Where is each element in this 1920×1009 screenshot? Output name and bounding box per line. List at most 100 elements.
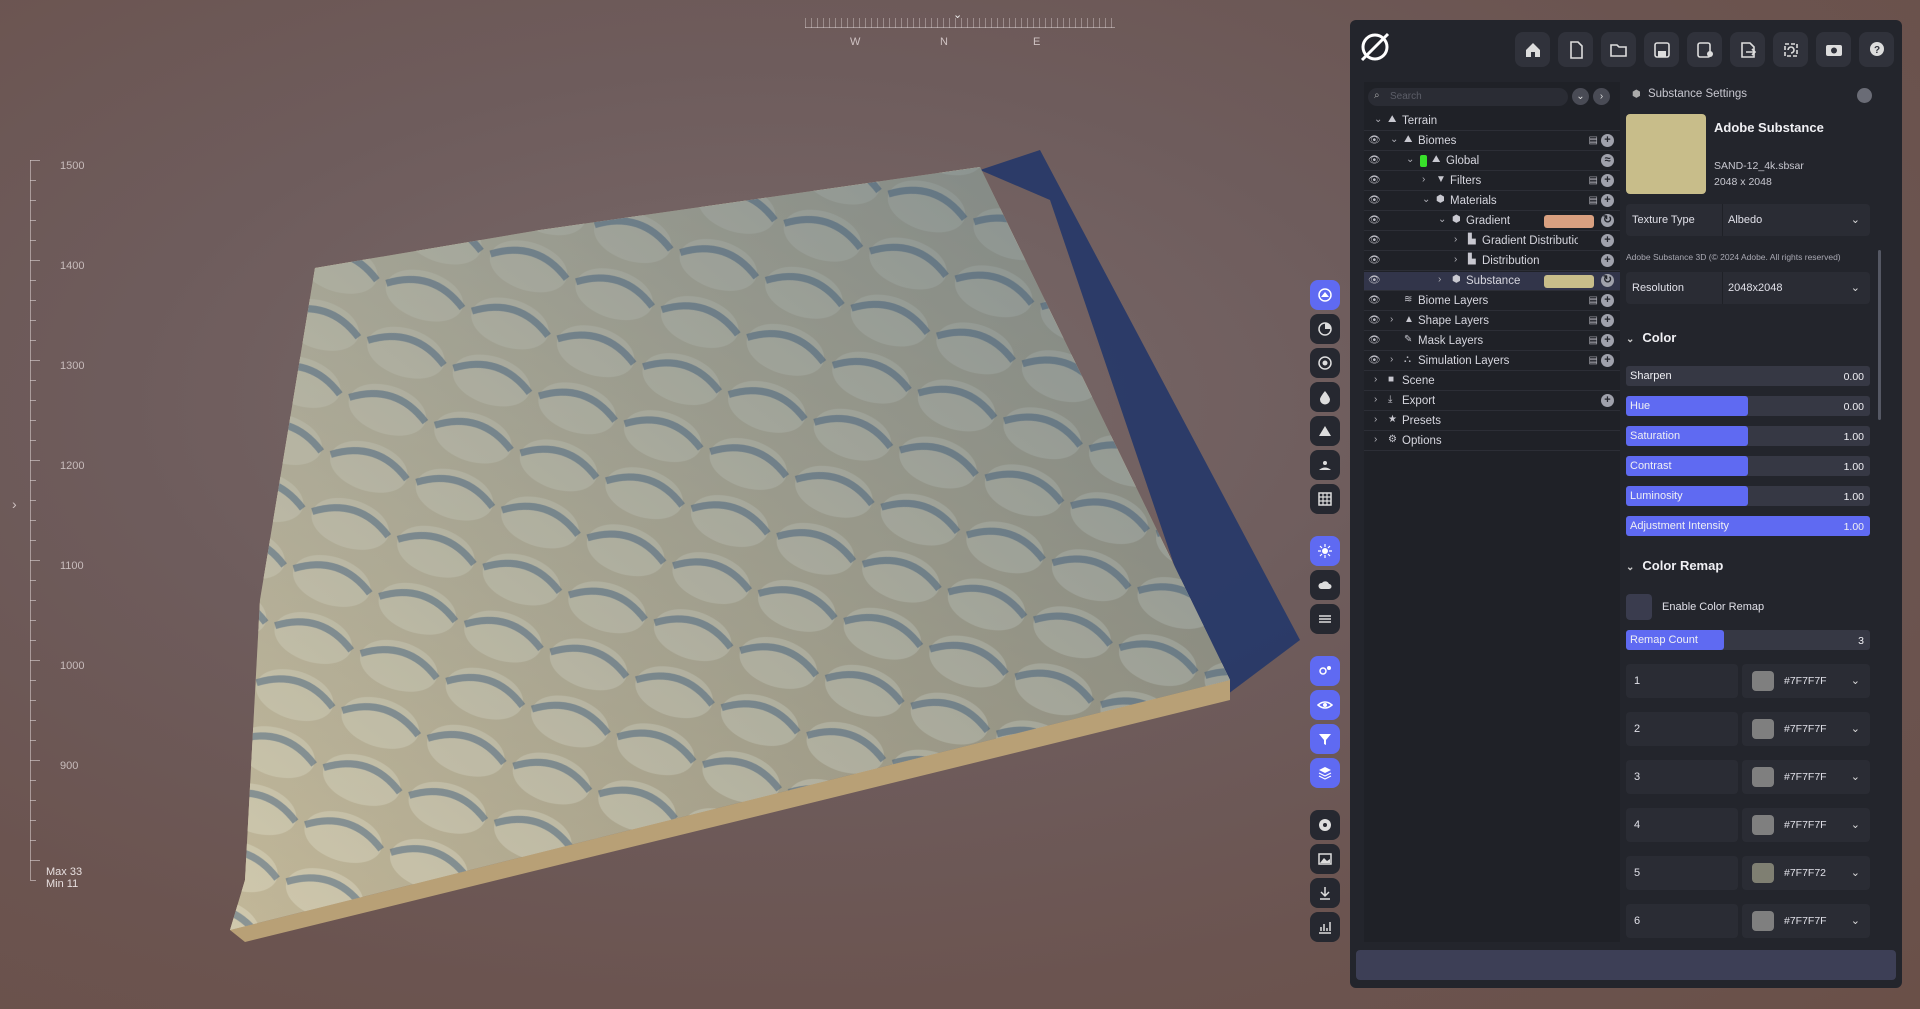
add-icon[interactable]: + bbox=[1601, 314, 1614, 327]
open-button[interactable] bbox=[1601, 32, 1636, 67]
tree-item-biomes[interactable]: 👁 ⌄ ⛰ Biomes ▤ + bbox=[1364, 132, 1620, 151]
slider-hue[interactable]: Hue 0.00 bbox=[1626, 396, 1870, 416]
remap-color-swatch[interactable] bbox=[1752, 863, 1774, 883]
remap-index-field[interactable]: 1 bbox=[1626, 664, 1738, 698]
tree-item-options[interactable]: › ⚙ Options bbox=[1364, 432, 1620, 451]
chevron-down-icon[interactable]: ⌄ bbox=[1438, 214, 1446, 225]
sun-tool-button[interactable] bbox=[1310, 536, 1340, 566]
sun-landscape-tool-button[interactable] bbox=[1310, 450, 1340, 480]
export-button[interactable] bbox=[1730, 32, 1765, 67]
chevron-right-icon[interactable]: › bbox=[1374, 374, 1377, 385]
settings-tool-button[interactable] bbox=[1310, 656, 1340, 686]
fog-tool-button[interactable] bbox=[1310, 604, 1340, 634]
refresh-icon[interactable]: ↻ bbox=[1601, 214, 1614, 227]
tree-item-gradient[interactable]: 👁 ⌄ ⬢ Gradient ↻ bbox=[1364, 212, 1620, 231]
folder-icon[interactable]: ▤ bbox=[1589, 295, 1598, 306]
eye-icon[interactable]: 👁 bbox=[1368, 135, 1382, 147]
add-icon[interactable]: + bbox=[1601, 234, 1614, 247]
folder-icon[interactable]: ▤ bbox=[1589, 175, 1598, 186]
add-icon[interactable]: + bbox=[1601, 134, 1614, 147]
expand-all-button[interactable]: › bbox=[1593, 88, 1610, 105]
remap-index-field[interactable]: 6 bbox=[1626, 904, 1738, 938]
eye-icon[interactable]: 👁 bbox=[1368, 335, 1382, 347]
tree-item-materials[interactable]: 👁 ⌄ ⬢ Materials ▤ + bbox=[1364, 192, 1620, 211]
tree-item-distribution[interactable]: 👁 › ▙ Distribution + bbox=[1364, 252, 1620, 271]
tree-item-gradient-distribution[interactable]: 👁 › ▙ Gradient Distribution + bbox=[1364, 232, 1620, 251]
slider-saturation[interactable]: Saturation 1.00 bbox=[1626, 426, 1870, 446]
color-remap-section-header[interactable]: ⌄ Color Remap bbox=[1626, 558, 1723, 573]
tree-item-substance[interactable]: 👁 › ⬢ Substance ↻ bbox=[1364, 272, 1620, 291]
tree-search-input[interactable]: ⌕ Search bbox=[1368, 88, 1568, 106]
chevron-down-icon[interactable]: ⌄ bbox=[1390, 134, 1398, 145]
remap-color-swatch[interactable] bbox=[1752, 815, 1774, 835]
mountain-tool-button[interactable] bbox=[1310, 416, 1340, 446]
enable-remap-checkbox[interactable] bbox=[1626, 594, 1652, 620]
water-tool-button[interactable] bbox=[1310, 382, 1340, 412]
material-color-swatch[interactable] bbox=[1544, 275, 1594, 288]
eye-icon[interactable]: 👁 bbox=[1368, 275, 1382, 287]
chevron-right-icon[interactable]: › bbox=[1374, 414, 1377, 425]
eye-icon[interactable]: 👁 bbox=[1368, 255, 1382, 267]
chevron-right-icon[interactable]: › bbox=[1454, 234, 1457, 245]
remap-color-dropdown[interactable]: #7F7F7F ⌄ bbox=[1742, 808, 1870, 842]
tree-item-export[interactable]: › ⤓ Export + bbox=[1364, 392, 1620, 411]
remap-color-dropdown[interactable]: #7F7F7F ⌄ bbox=[1742, 664, 1870, 698]
clouds-tool-button[interactable] bbox=[1310, 570, 1340, 600]
substance-thumbnail[interactable] bbox=[1626, 114, 1706, 194]
settings-gear-icon[interactable] bbox=[1857, 88, 1872, 103]
chevron-right-icon[interactable]: › bbox=[1374, 434, 1377, 445]
save-button[interactable] bbox=[1644, 32, 1679, 67]
add-icon[interactable]: + bbox=[1601, 294, 1614, 307]
eye-icon[interactable]: 👁 bbox=[1368, 235, 1382, 247]
stats-tool-button[interactable] bbox=[1310, 912, 1340, 942]
screenshot-button[interactable] bbox=[1816, 32, 1851, 67]
tree-item-filters[interactable]: 👁 › ▼ Filters ▤ + bbox=[1364, 172, 1620, 191]
tree-item-shape-layers[interactable]: 👁 › ▲ Shape Layers ▤ + bbox=[1364, 312, 1620, 331]
layers-icon[interactable]: ≈ bbox=[1601, 154, 1614, 167]
slider-sharpen[interactable]: Sharpen 0.00 bbox=[1626, 366, 1870, 386]
add-icon[interactable]: + bbox=[1601, 394, 1614, 407]
tree-item-global[interactable]: 👁 ⌄ ⛰ Global ≈ bbox=[1364, 152, 1620, 171]
help-button[interactable]: ? bbox=[1859, 32, 1894, 67]
image-tool-button[interactable] bbox=[1310, 844, 1340, 874]
download-tool-button[interactable] bbox=[1310, 878, 1340, 908]
tree-item-mask-layers[interactable]: 👁 ✎ Mask Layers ▤ + bbox=[1364, 332, 1620, 351]
remap-index-field[interactable]: 2 bbox=[1626, 712, 1738, 746]
remap-color-dropdown[interactable]: #7F7F72 ⌄ bbox=[1742, 856, 1870, 890]
terrain-tool-button[interactable] bbox=[1310, 280, 1340, 310]
color-section-header[interactable]: ⌄ Color bbox=[1626, 330, 1676, 345]
add-icon[interactable]: + bbox=[1601, 334, 1614, 347]
grid-tool-button[interactable] bbox=[1310, 484, 1340, 514]
chevron-down-icon[interactable]: ⌄ bbox=[1406, 154, 1414, 165]
slider-luminosity[interactable]: Luminosity 1.00 bbox=[1626, 486, 1870, 506]
chevron-down-icon[interactable]: ⌄ bbox=[1422, 194, 1430, 205]
chevron-right-icon[interactable]: › bbox=[1438, 274, 1441, 285]
slider-contrast[interactable]: Contrast 1.00 bbox=[1626, 456, 1870, 476]
chevron-right-icon[interactable]: › bbox=[1374, 394, 1377, 405]
add-icon[interactable]: + bbox=[1601, 174, 1614, 187]
add-icon[interactable]: + bbox=[1601, 254, 1614, 267]
eye-icon[interactable]: 👁 bbox=[1368, 315, 1382, 327]
folder-icon[interactable]: ▤ bbox=[1589, 335, 1598, 346]
tree-item-simulation-layers[interactable]: 👁 › ⛬ Simulation Layers ▤ + bbox=[1364, 352, 1620, 371]
folder-icon[interactable]: ▤ bbox=[1589, 355, 1598, 366]
eye-icon[interactable]: 👁 bbox=[1368, 295, 1382, 307]
add-icon[interactable]: + bbox=[1601, 194, 1614, 207]
settings-scrollbar[interactable] bbox=[1878, 250, 1881, 420]
material-color-swatch[interactable] bbox=[1544, 215, 1594, 228]
remap-index-field[interactable]: 5 bbox=[1626, 856, 1738, 890]
folder-icon[interactable]: ▤ bbox=[1589, 195, 1598, 206]
new-file-button[interactable] bbox=[1558, 32, 1593, 67]
home-button[interactable] bbox=[1515, 32, 1550, 67]
folder-icon[interactable]: ▤ bbox=[1589, 315, 1598, 326]
texture-type-dropdown[interactable]: Texture Type Albedo ⌄ bbox=[1626, 204, 1870, 236]
visibility-tool-button[interactable] bbox=[1310, 690, 1340, 720]
chevron-right-icon[interactable]: › bbox=[1454, 254, 1457, 265]
slider-adjustment-intensity[interactable]: Adjustment Intensity 1.00 bbox=[1626, 516, 1870, 536]
eye-icon[interactable]: 👁 bbox=[1368, 215, 1382, 227]
tree-item-scene[interactable]: › ■ Scene bbox=[1364, 372, 1620, 391]
remap-color-swatch[interactable] bbox=[1752, 911, 1774, 931]
layers-tool-button[interactable] bbox=[1310, 758, 1340, 788]
eye-icon[interactable]: 👁 bbox=[1368, 195, 1382, 207]
add-icon[interactable]: + bbox=[1601, 354, 1614, 367]
